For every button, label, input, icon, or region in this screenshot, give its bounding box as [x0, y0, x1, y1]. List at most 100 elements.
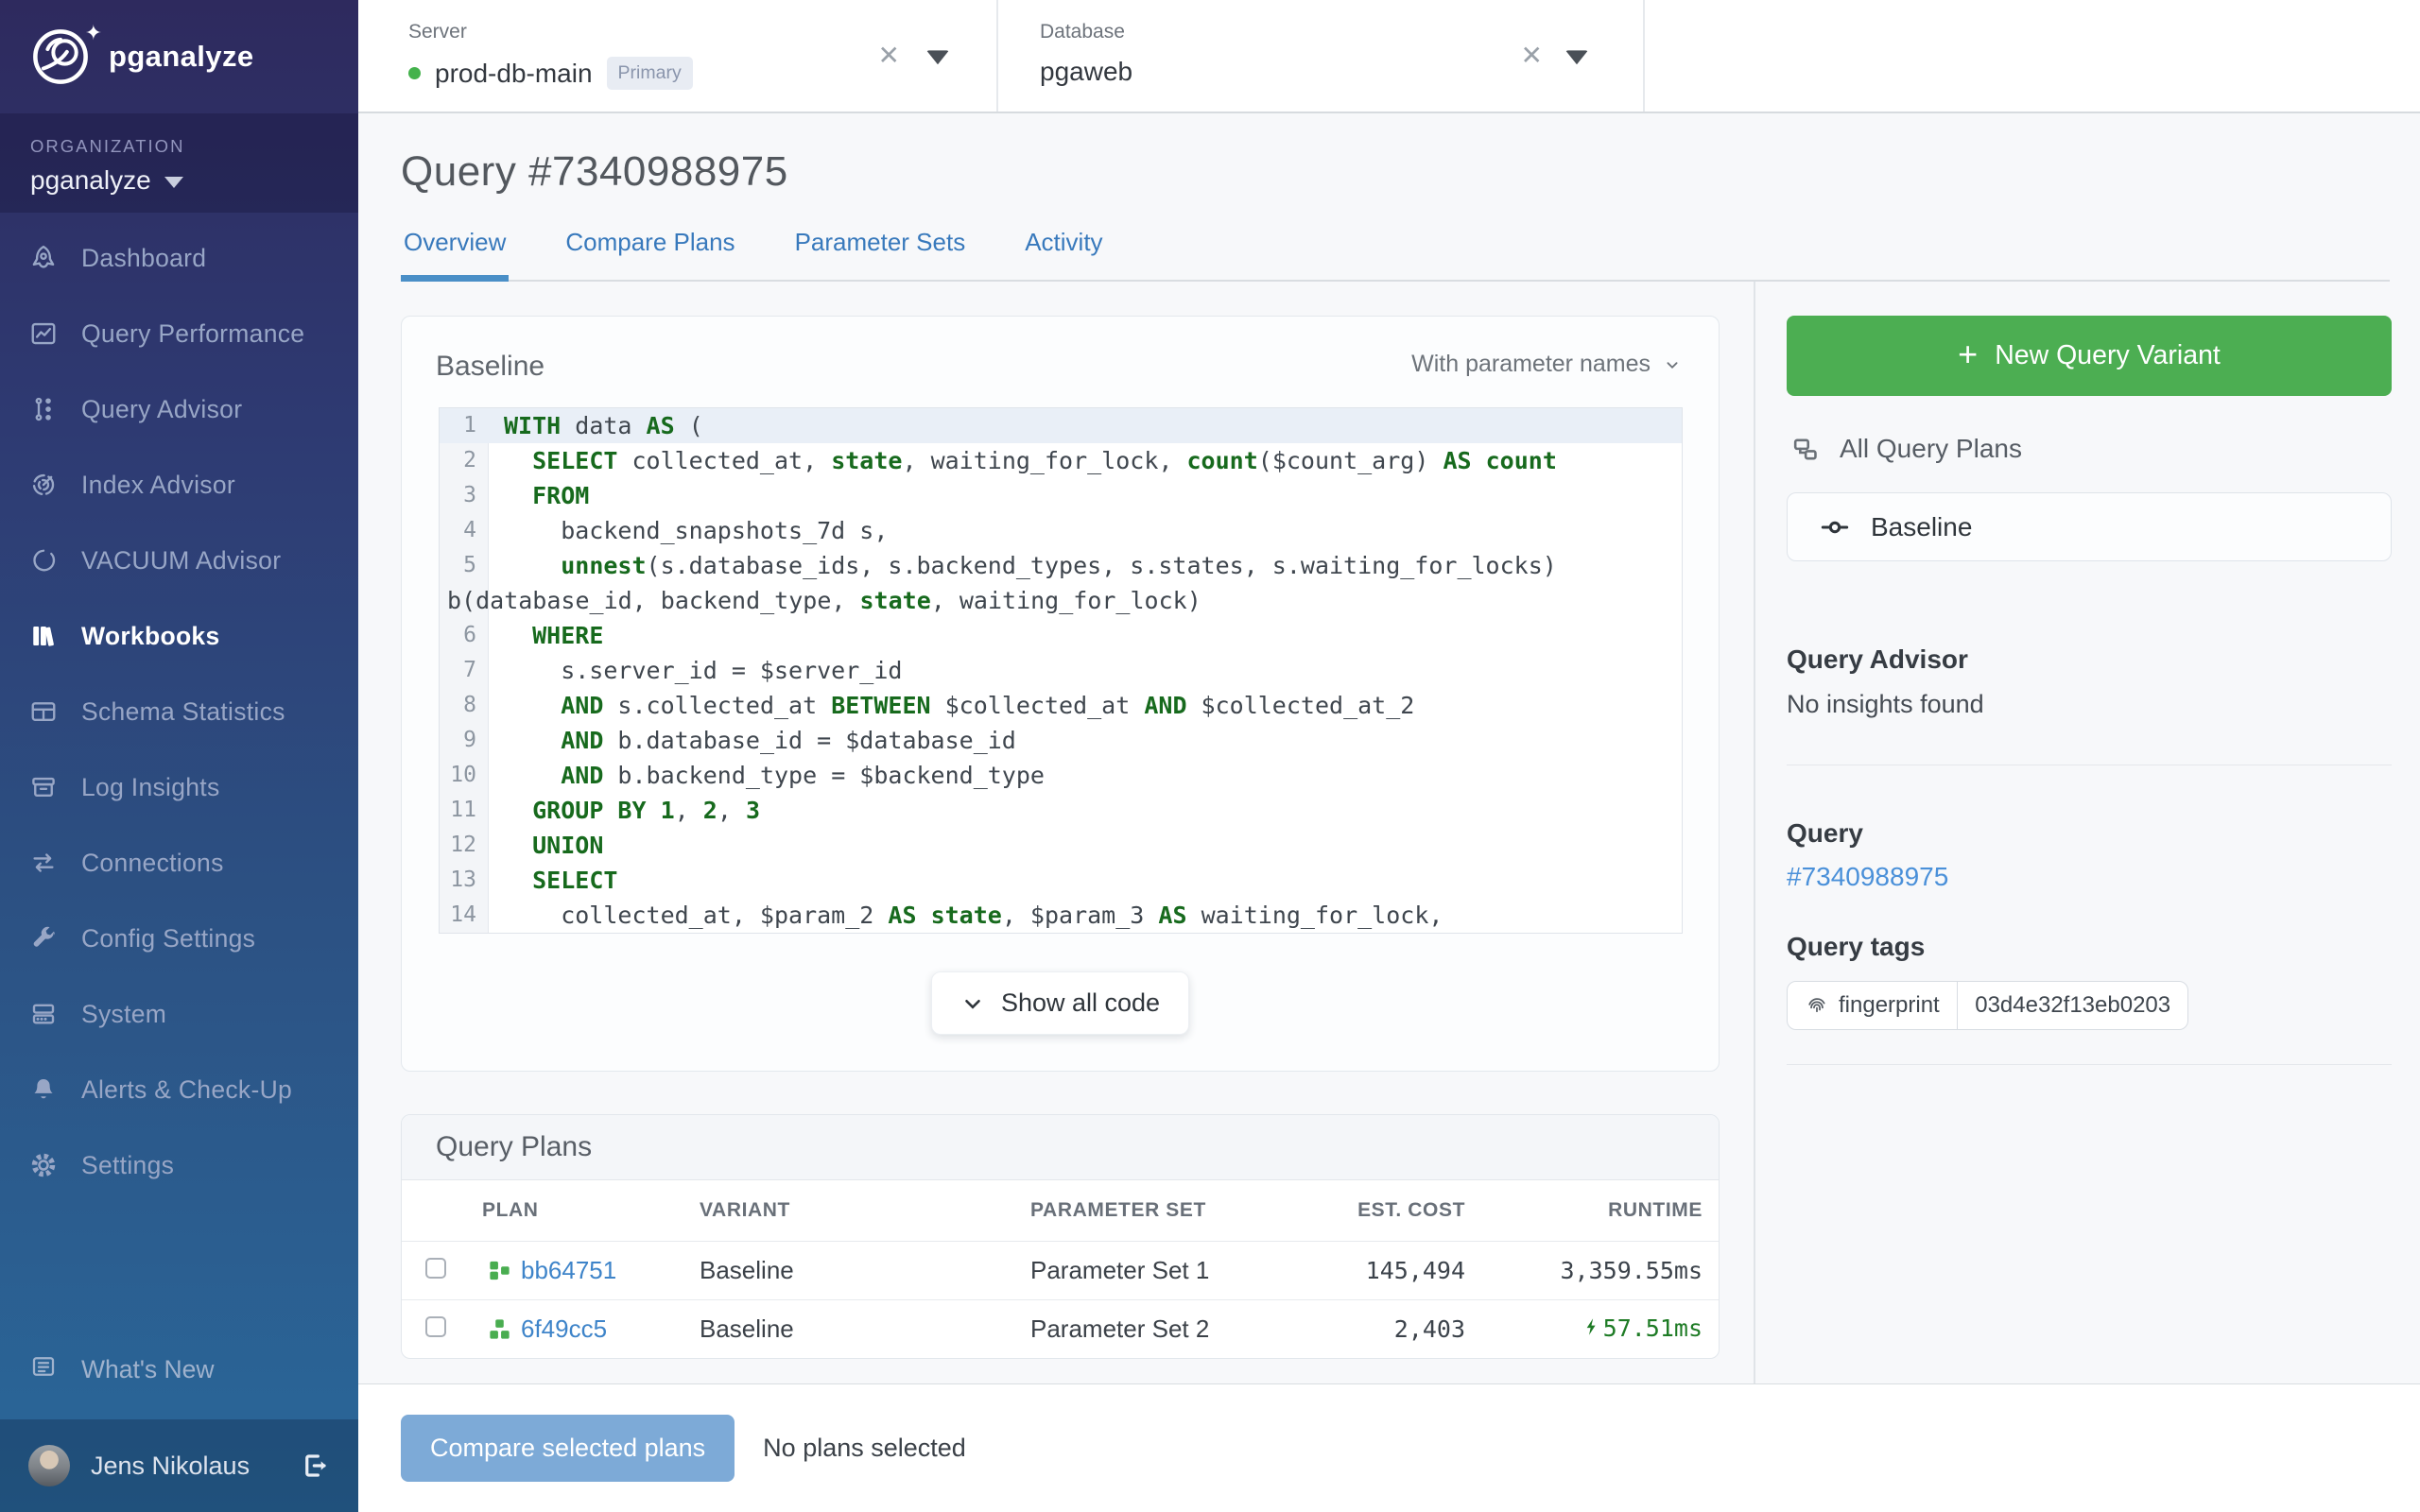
table-grid-icon — [29, 697, 58, 726]
plan-variant: Baseline — [700, 1314, 1030, 1344]
code-line: 7 s.server_id = $server_id — [440, 653, 1682, 688]
server-value: prod-db-main — [435, 59, 593, 89]
plan-runtime: 3,359.55ms — [1465, 1257, 1703, 1284]
logout-icon[interactable] — [300, 1451, 330, 1481]
clear-database-icon[interactable]: ✕ — [1521, 43, 1543, 69]
sidebar-item-query-advisor[interactable]: Query Advisor — [0, 371, 358, 447]
sidebar-item-index-advisor[interactable]: Index Advisor — [0, 447, 358, 523]
parameter-names-toggle[interactable]: With parameter names — [1411, 351, 1683, 378]
tab-parameter-sets[interactable]: Parameter Sets — [792, 215, 969, 280]
vacuum-advisor-icon — [29, 546, 58, 575]
primary-badge: Primary — [607, 57, 693, 90]
sidebar-item-vacuum-advisor[interactable]: VACUUM Advisor — [0, 523, 358, 598]
top-bar: Server prod-db-main Primary ✕ Database p… — [358, 0, 2420, 113]
code-line: 2 SELECT collected_at, state, waiting_fo… — [440, 443, 1682, 478]
newspaper-icon — [29, 1352, 58, 1387]
organization-label: ORGANIZATION — [30, 136, 358, 157]
lightning-bolt-icon — [1582, 1314, 1601, 1345]
query-plans-title: Query Plans — [402, 1115, 1719, 1180]
sidebar-item-dashboard[interactable]: Dashboard — [0, 220, 358, 296]
database-value: pgaweb — [1040, 57, 1132, 87]
query-heading: Query — [1787, 818, 2392, 849]
sidebar-item-workbooks[interactable]: Workbooks — [0, 598, 358, 674]
plan-est-cost: 2,403 — [1295, 1315, 1465, 1343]
logo[interactable]: ✦ pganalyze — [0, 0, 358, 113]
code-line: 3 FROM — [440, 478, 1682, 513]
avatar[interactable] — [28, 1445, 70, 1486]
server-stack-icon — [29, 1000, 58, 1028]
column-header-parameter-set: PARAMETER SET — [1030, 1199, 1295, 1222]
query-advisor-heading: Query Advisor — [1787, 644, 2392, 675]
tabs: Overview Compare Plans Parameter Sets Activ… — [401, 215, 2390, 282]
organization-switcher[interactable]: ORGANIZATION pganalyze — [0, 113, 358, 213]
plan-runtime: 57.51ms — [1465, 1314, 1703, 1345]
baseline-card-title: Baseline — [436, 351, 544, 383]
plan-variant: Baseline — [700, 1256, 1030, 1285]
books-icon — [29, 622, 58, 650]
server-dropdown-caret-icon[interactable] — [926, 50, 949, 64]
plan-parameter-set: Parameter Set 2 — [1030, 1314, 1295, 1344]
column-header-variant: VARIANT — [700, 1199, 1030, 1222]
wrench-icon — [29, 924, 58, 953]
sidebar-item-schema-statistics[interactable]: Schema Statistics — [0, 674, 358, 749]
baseline-variant-label: Baseline — [1871, 512, 1972, 542]
baseline-variant-item[interactable]: Baseline — [1787, 492, 2392, 561]
parameter-names-label: With parameter names — [1411, 351, 1651, 378]
commit-icon — [1820, 512, 1850, 542]
query-tags-heading: Query tags — [1787, 932, 2392, 962]
sidebar-item-config-settings[interactable]: Config Settings — [0, 901, 358, 976]
bell-icon — [29, 1075, 58, 1104]
plan-link[interactable]: bb64751 — [521, 1256, 616, 1285]
all-query-plans-label: All Query Plans — [1840, 434, 2022, 464]
user-bar: Jens Nikolaus — [0, 1419, 358, 1512]
new-query-variant-label: New Query Variant — [1995, 340, 2221, 371]
sidebar-item-settings[interactable]: Settings — [0, 1127, 358, 1203]
chevron-down-icon — [164, 177, 183, 188]
plan-tree-icon-1 — [487, 1258, 512, 1283]
selection-status-text: No plans selected — [763, 1434, 966, 1463]
code-line: b(database_id, backend_type, state, wait… — [440, 583, 1682, 618]
sidebar-item-system[interactable]: System — [0, 976, 358, 1052]
server-selector[interactable]: Server prod-db-main Primary ✕ — [358, 0, 998, 112]
sidebar-item-log-insights[interactable]: Log Insights — [0, 749, 358, 825]
sidebar-item-alerts-check-up[interactable]: Alerts & Check-Up — [0, 1052, 358, 1127]
sitemap-icon — [1790, 435, 1820, 464]
database-selector[interactable]: Database pgaweb ✕ — [998, 0, 1645, 112]
new-query-variant-button[interactable]: + New Query Variant — [1787, 316, 2392, 396]
sidebar-item-connections[interactable]: Connections — [0, 825, 358, 901]
log-box-icon — [29, 773, 58, 801]
plan-checkbox[interactable] — [425, 1316, 446, 1337]
tab-activity[interactable]: Activity — [1022, 215, 1105, 280]
database-dropdown-caret-icon[interactable] — [1565, 50, 1588, 64]
column-divider — [1754, 282, 1755, 1383]
tab-compare-plans[interactable]: Compare Plans — [562, 215, 737, 280]
sidebar-item-query-performance[interactable]: Query Performance — [0, 296, 358, 371]
code-line: 5 unnest(s.database_ids, s.backend_types… — [440, 548, 1682, 583]
tab-overview[interactable]: Overview — [401, 215, 509, 280]
code-line: 10 AND b.backend_type = $backend_type — [440, 758, 1682, 793]
show-all-code-button[interactable]: Show all code — [931, 971, 1189, 1035]
code-line: 4 backend_snapshots_7d s, — [440, 513, 1682, 548]
baseline-card: Baseline With parameter names 1WITH data… — [401, 316, 1720, 1072]
table-row: bb64751 Baseline Parameter Set 1 145,494… — [402, 1241, 1719, 1299]
chevron-down-icon — [960, 991, 985, 1016]
query-id-link[interactable]: #7340988975 — [1787, 862, 1948, 892]
chart-icon — [29, 319, 58, 348]
tag-value-label: 03d4e32f13eb0203 — [1958, 982, 2187, 1029]
server-status-dot — [408, 67, 421, 79]
column-header-plan: PLAN — [482, 1199, 700, 1222]
bottom-action-bar: Compare selected plans No plans selected — [358, 1383, 2420, 1512]
clear-server-icon[interactable]: ✕ — [878, 43, 900, 69]
panel-divider — [1787, 1064, 2392, 1065]
user-name: Jens Nikolaus — [91, 1452, 279, 1481]
query-tag[interactable]: fingerprint 03d4e32f13eb0203 — [1787, 981, 2188, 1030]
query-plans-header-row: PLANVARIANTPARAMETER SETEST. COSTRUNTIME — [402, 1180, 1719, 1241]
plan-link[interactable]: 6f49cc5 — [521, 1314, 607, 1344]
code-line: 1WITH data AS ( — [440, 408, 1682, 443]
all-query-plans-link[interactable]: All Query Plans — [1787, 434, 2392, 464]
sidebar-item-whats-new[interactable]: What's New — [0, 1336, 358, 1402]
plan-checkbox[interactable] — [425, 1258, 446, 1279]
show-all-code-label: Show all code — [1001, 988, 1160, 1018]
compare-selected-plans-button[interactable]: Compare selected plans — [401, 1415, 735, 1482]
fingerprint-icon — [1805, 993, 1829, 1018]
